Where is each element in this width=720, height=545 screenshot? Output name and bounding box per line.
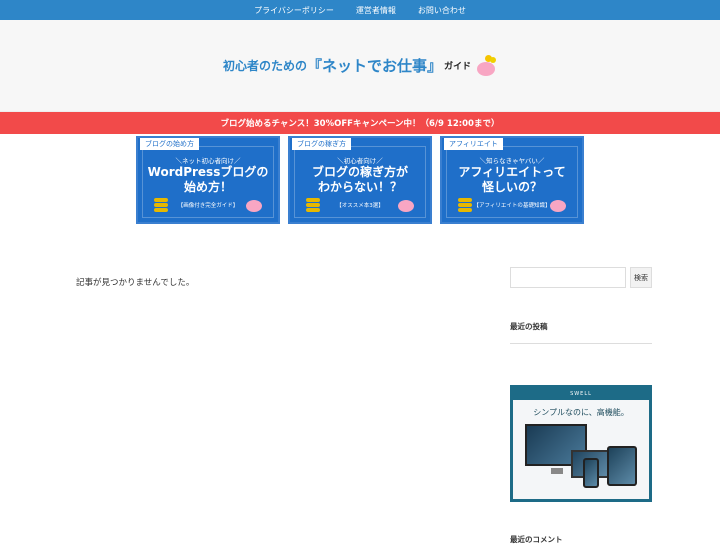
- smartphone-image: [583, 458, 599, 488]
- card-affiliate[interactable]: アフィリエイト ＼知らなきゃヤバい／ アフィリエイトって 怪しいの？ 【アフィリ…: [440, 136, 584, 224]
- campaign-banner[interactable]: ブログ始めるチャンス！30%OFFキャンペーン中！（6/9 12:00まで）: [0, 112, 720, 134]
- featured-cards: ブログの始め方 ＼ネット初心者向け／ WordPressブログの 始め方！ 【画…: [0, 136, 720, 224]
- logo-text-part3: ガイド: [444, 62, 472, 72]
- piggy-bank-icon: [475, 54, 497, 77]
- nav-link-operator-info[interactable]: 運営者情報: [356, 5, 396, 16]
- top-navigation: プライバシーポリシー 運営者情報 お問い合わせ: [0, 0, 720, 20]
- card-heading-line2: 始め方！: [183, 180, 232, 194]
- card-blog-start[interactable]: ブログの始め方 ＼ネット初心者向け／ WordPressブログの 始め方！ 【画…: [136, 136, 280, 224]
- card-tag: アフィリエイト: [444, 138, 503, 150]
- coin-stack-icon: [458, 198, 472, 214]
- recent-posts-title: 最近の投稿: [510, 321, 652, 344]
- tablet-image: [607, 446, 637, 486]
- coin-stack-icon: [154, 198, 168, 214]
- card-heading-line2: 怪しいの？: [481, 180, 542, 194]
- ad-brand-bar: SWELL: [513, 388, 649, 400]
- site-logo[interactable]: 初心者のための 『ネットでお仕事』 ガイド: [222, 54, 497, 77]
- card-heading-line2: わからない！？: [317, 180, 402, 194]
- nav-link-contact[interactable]: お問い合わせ: [418, 5, 466, 16]
- ad-brand-text: SWELL: [570, 391, 592, 397]
- card-subtitle: ＼ネット初心者向け／: [175, 157, 241, 165]
- piggy-bank-icon: [246, 200, 262, 212]
- card-heading: アフィリエイトって 怪しいの？: [442, 165, 582, 195]
- nav-link-privacy-policy[interactable]: プライバシーポリシー: [254, 5, 334, 16]
- site-header: 初心者のための 『ネットでお仕事』 ガイド: [0, 20, 720, 112]
- search-input[interactable]: [510, 267, 626, 288]
- card-heading: WordPressブログの 始め方！: [138, 165, 278, 195]
- logo-text-part2: 『ネットでお仕事』: [306, 57, 442, 75]
- ad-tagline: シンプルなのに、高機能。: [533, 408, 629, 417]
- card-blog-earn[interactable]: ブログの稼ぎ方 ＼初心者向け／ ブログの稼ぎ方が わからない！？ 【オススメ本3…: [288, 136, 432, 224]
- card-heading: ブログの稼ぎ方が わからない！？: [290, 165, 430, 195]
- card-subtitle: ＼初心者向け／: [337, 157, 383, 165]
- sidebar: 検索 最近の投稿 SWELL シンプルなのに、高機能。: [510, 267, 652, 502]
- search-button[interactable]: 検索: [630, 267, 652, 288]
- card-heading-line1: アフィリエイトって: [458, 165, 566, 179]
- campaign-banner-text: ブログ始めるチャンス！30%OFFキャンペーン中！（6/9 12:00まで）: [220, 119, 500, 129]
- card-heading-line1: WordPressブログの: [147, 165, 269, 179]
- coin-stack-icon: [306, 198, 320, 214]
- swell-ad-banner[interactable]: SWELL シンプルなのに、高機能。: [510, 385, 652, 502]
- piggy-bank-icon: [398, 200, 414, 212]
- monitor-stand-image: [551, 468, 563, 474]
- card-heading-line1: ブログの稼ぎ方が: [311, 165, 408, 179]
- card-subtitle: ＼知らなきゃヤバい／: [479, 157, 545, 165]
- piggy-bank-icon: [550, 200, 566, 212]
- logo-text-part1: 初心者のための: [222, 59, 307, 73]
- no-posts-message: 記事が見つかりませんでした。: [76, 278, 195, 288]
- card-tag: ブログの始め方: [140, 138, 199, 150]
- card-tag: ブログの稼ぎ方: [292, 138, 351, 150]
- search-form: 検索: [510, 267, 652, 288]
- main-content: 記事が見つかりませんでした。: [76, 276, 194, 288]
